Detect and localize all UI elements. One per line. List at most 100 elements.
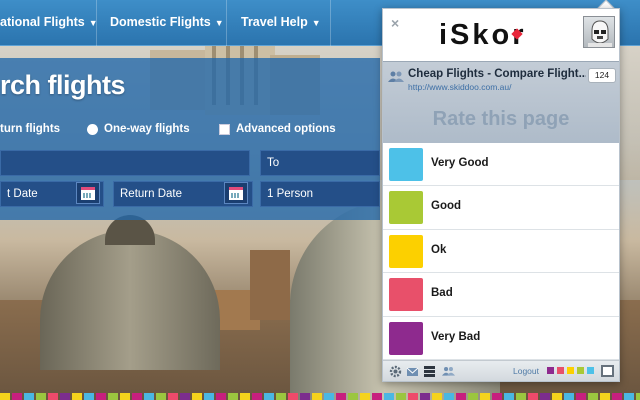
list-icon[interactable] [423, 365, 436, 378]
rating-color-swatch [389, 148, 423, 181]
rating-label: Very Bad [431, 330, 481, 343]
strip-segment [288, 393, 298, 400]
strip-segment [132, 393, 142, 400]
nav-divider [330, 0, 331, 46]
strip-segment [384, 393, 394, 400]
strip-segment [216, 393, 226, 400]
strip-segment [300, 393, 310, 400]
strip-segment [504, 393, 514, 400]
strip-segment [564, 393, 574, 400]
strip-segment [168, 393, 178, 400]
mini-color-swatch [577, 367, 584, 374]
rating-option[interactable]: Good [383, 186, 619, 230]
search-title: rch flights [0, 70, 126, 100]
return-calendar-button[interactable] [224, 182, 248, 204]
mini-color-swatch [567, 367, 574, 374]
calendar-icon [81, 187, 95, 200]
mini-color-swatch [547, 367, 554, 374]
one-way-radio[interactable] [87, 124, 98, 135]
people-icon[interactable] [442, 365, 455, 378]
color-strip [0, 393, 640, 400]
strip-segment [156, 393, 166, 400]
avatar[interactable] [583, 16, 615, 48]
return-flights-option[interactable]: turn flights [0, 123, 60, 135]
strip-segment [60, 393, 70, 400]
strip-segment [576, 393, 586, 400]
nav-travel-help[interactable]: Travel Help ▼ [241, 15, 321, 29]
strip-segment [120, 393, 130, 400]
to-field[interactable]: To [260, 150, 380, 176]
mini-color-swatch [557, 367, 564, 374]
rating-option[interactable]: Ok [383, 229, 619, 274]
depart-calendar-button[interactable] [76, 182, 100, 204]
strip-segment [468, 393, 478, 400]
rating-color-swatch [389, 278, 423, 312]
strip-segment [48, 393, 58, 400]
strip-segment [240, 393, 250, 400]
nav-international-flights[interactable]: ational Flights ▼ [0, 15, 98, 29]
strip-segment [588, 393, 598, 400]
rating-option[interactable]: Bad [383, 273, 619, 317]
rating-list: Very Good Good Ok Bad Very Bad [383, 143, 619, 360]
from-field[interactable] [0, 150, 250, 176]
nav-label: ational Flights [0, 15, 85, 29]
strip-segment [552, 393, 562, 400]
strip-segment [396, 393, 406, 400]
nav-divider [96, 0, 97, 46]
strip-segment [36, 393, 46, 400]
popup-footer: Logout [383, 360, 619, 381]
strip-segment [432, 393, 442, 400]
rating-color-swatch [389, 191, 423, 225]
strip-segment [540, 393, 550, 400]
strip-segment [528, 393, 538, 400]
rating-count-badge: 124 [588, 68, 616, 83]
iskor-popup: × iSkor Cheap Flights - Compare Flight..… [382, 8, 620, 382]
strip-segment [336, 393, 346, 400]
logout-link[interactable]: Logout [513, 366, 539, 376]
strip-segment [348, 393, 358, 400]
strip-segment [108, 393, 118, 400]
chevron-down-icon: ▼ [311, 18, 321, 28]
strip-segment [84, 393, 94, 400]
strip-segment [360, 393, 370, 400]
strip-segment [276, 393, 286, 400]
strip-segment [72, 393, 82, 400]
strip-segment [144, 393, 154, 400]
strip-segment [12, 393, 22, 400]
strip-segment [516, 393, 526, 400]
passengers-field[interactable]: 1 Person [260, 181, 380, 207]
nav-divider [226, 0, 227, 46]
strip-segment [192, 393, 202, 400]
rating-label: Bad [431, 287, 453, 300]
nav-domestic-flights[interactable]: Domestic Flights ▼ [110, 15, 224, 29]
rating-label: Good [431, 200, 462, 213]
advanced-options-checkbox[interactable] [219, 124, 230, 135]
strip-segment [612, 393, 622, 400]
strip-segment [204, 393, 214, 400]
rating-color-swatch [389, 321, 423, 355]
rating-option[interactable]: Very Bad [383, 316, 619, 360]
strip-segment [420, 393, 430, 400]
close-button[interactable]: × [391, 15, 399, 31]
mail-icon[interactable] [406, 365, 419, 378]
dome-left [40, 230, 220, 370]
nav-label: Travel Help [241, 15, 308, 29]
expand-button[interactable] [601, 365, 614, 377]
gear-icon[interactable] [389, 365, 402, 378]
rate-heading: Rate this page [432, 108, 570, 130]
chevron-down-icon: ▼ [214, 18, 224, 28]
iskor-logo: iSkor [439, 19, 524, 49]
site-url[interactable]: http://www.skiddoo.com.au/ [408, 82, 511, 92]
strip-segment [264, 393, 274, 400]
mini-color-swatch [587, 367, 594, 374]
one-way-flights-option[interactable]: One-way flights [104, 123, 190, 135]
rating-option[interactable]: Very Good [383, 143, 619, 187]
strip-segment [636, 393, 640, 400]
rating-color-swatch [389, 234, 423, 268]
rating-label: Very Good [431, 157, 489, 169]
strip-segment [228, 393, 238, 400]
strip-segment [180, 393, 190, 400]
advanced-options-label[interactable]: Advanced options [236, 123, 336, 135]
strip-segment [0, 393, 10, 400]
strip-segment [492, 393, 502, 400]
